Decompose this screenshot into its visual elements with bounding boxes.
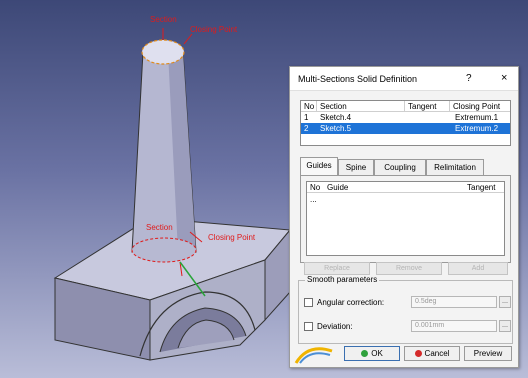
smooth-parameters-group: Smooth parameters Angular correction: 0.… [298, 275, 513, 344]
dialog-title: Multi-Sections Solid Definition [298, 74, 418, 84]
angular-correction-label: Angular correction: [317, 298, 385, 307]
col-tangent: Tangent [467, 183, 496, 192]
ok-button[interactable]: OK [344, 346, 400, 361]
replace-button[interactable]: Replace [304, 262, 370, 275]
column-base-ellipse [131, 237, 197, 263]
col-closing-point: Closing Point [453, 102, 501, 111]
catia-logo-icon [294, 347, 333, 364]
remove-button[interactable]: Remove [376, 262, 442, 275]
closing-point-label-bottom: Closing Point [208, 233, 256, 242]
col-tangent: Tangent [408, 102, 437, 111]
cancel-button[interactable]: Cancel [404, 346, 460, 361]
table-row[interactable]: 1 Sketch.4 Extremum.1 [301, 112, 510, 123]
row-section: Sketch.4 [320, 113, 352, 122]
deviation-spinner[interactable] [499, 320, 511, 332]
column-top-ellipse [141, 39, 185, 65]
row-no: 1 [304, 113, 309, 122]
smooth-parameters-title: Smooth parameters [305, 275, 380, 284]
row-section: Sketch.5 [320, 124, 352, 133]
cancel-icon [414, 350, 422, 357]
add-button[interactable]: Add [448, 262, 508, 275]
guide-placeholder-row[interactable]: ... [310, 195, 317, 204]
deviation-field[interactable]: 0.001mm [411, 320, 497, 332]
col-no: No [310, 183, 321, 192]
guides-panel: No Guide Tangent ... [300, 175, 511, 263]
multi-sections-dialog: Multi-Sections Solid Definition ? × No S… [289, 66, 519, 368]
ok-icon [361, 350, 369, 357]
close-button[interactable]: × [501, 72, 507, 84]
closing-point-label-top: Closing Point [190, 25, 238, 34]
deviation-label: Deviation: [317, 322, 353, 331]
preview-button[interactable]: Preview [464, 346, 512, 361]
help-button[interactable]: ? [466, 73, 472, 84]
guide-table-header: No Guide Tangent [307, 182, 504, 193]
deviation-checkbox[interactable] [304, 322, 313, 331]
divider [316, 101, 317, 112]
dialog-titlebar: Multi-Sections Solid Definition ? × [290, 67, 518, 91]
col-guide: Guide [327, 183, 349, 192]
row-no: 2 [304, 124, 309, 133]
row-closing-point: Extremum.2 [455, 124, 499, 133]
col-no: No [304, 102, 315, 111]
divider [449, 101, 450, 112]
tab-bar: Guides Spine Coupling Relimitation [300, 157, 511, 175]
tab-spine[interactable]: Spine [338, 159, 374, 175]
angular-correction-checkbox[interactable] [304, 298, 313, 307]
section-label-bottom: Section [146, 223, 173, 232]
cancel-label: Cancel [424, 349, 450, 358]
section-table[interactable]: No Section Tangent Closing Point 1 Sketc… [300, 100, 511, 146]
table-row-selected[interactable]: 2 Sketch.5 Extremum.2 [301, 123, 510, 134]
guide-table[interactable]: No Guide Tangent ... [306, 181, 505, 256]
angular-correction-field[interactable]: 0.5deg [411, 296, 497, 308]
section-label-top: Section [150, 15, 177, 24]
tab-guides[interactable]: Guides [300, 157, 338, 175]
row-closing-point: Extremum.1 [455, 113, 499, 122]
ok-label: OK [371, 349, 383, 358]
tab-relimitation[interactable]: Relimitation [426, 159, 484, 175]
section-table-header: No Section Tangent Closing Point [301, 101, 510, 112]
tab-coupling[interactable]: Coupling [374, 159, 426, 175]
divider [404, 101, 405, 112]
angular-spinner[interactable] [499, 296, 511, 308]
col-section: Section [320, 102, 347, 111]
